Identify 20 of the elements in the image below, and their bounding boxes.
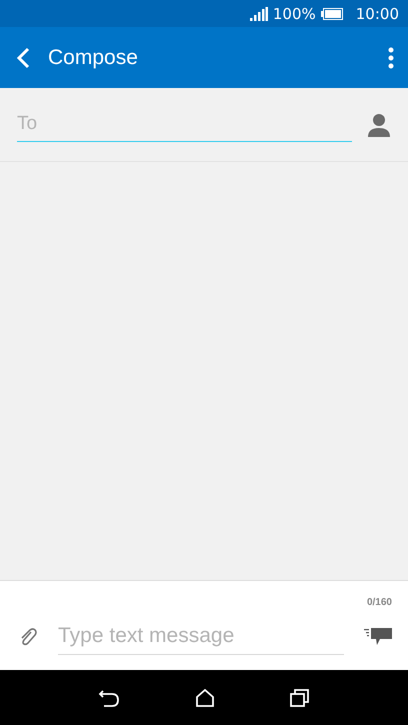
recent-apps-icon (290, 688, 310, 706)
back-arrow-icon (98, 688, 120, 706)
home-button[interactable] (194, 688, 215, 706)
home-icon (194, 688, 215, 706)
recent-apps-button[interactable] (290, 688, 310, 706)
battery-icon (320, 8, 343, 20)
more-icon (388, 46, 394, 68)
back-icon (16, 46, 30, 68)
send-icon (364, 628, 392, 646)
back-button[interactable] (16, 46, 30, 68)
battery-percentage: 100% (272, 4, 316, 22)
clock: 10:00 (356, 4, 399, 22)
back-nav-button[interactable] (98, 688, 120, 706)
person-icon (368, 112, 390, 136)
screen-title: Compose (48, 46, 139, 70)
character-counter: 0/160 (366, 597, 392, 608)
menu-button[interactable] (388, 46, 394, 68)
send-button[interactable] (364, 628, 392, 646)
contacts-button[interactable] (368, 112, 390, 136)
signal-icon (250, 6, 268, 20)
